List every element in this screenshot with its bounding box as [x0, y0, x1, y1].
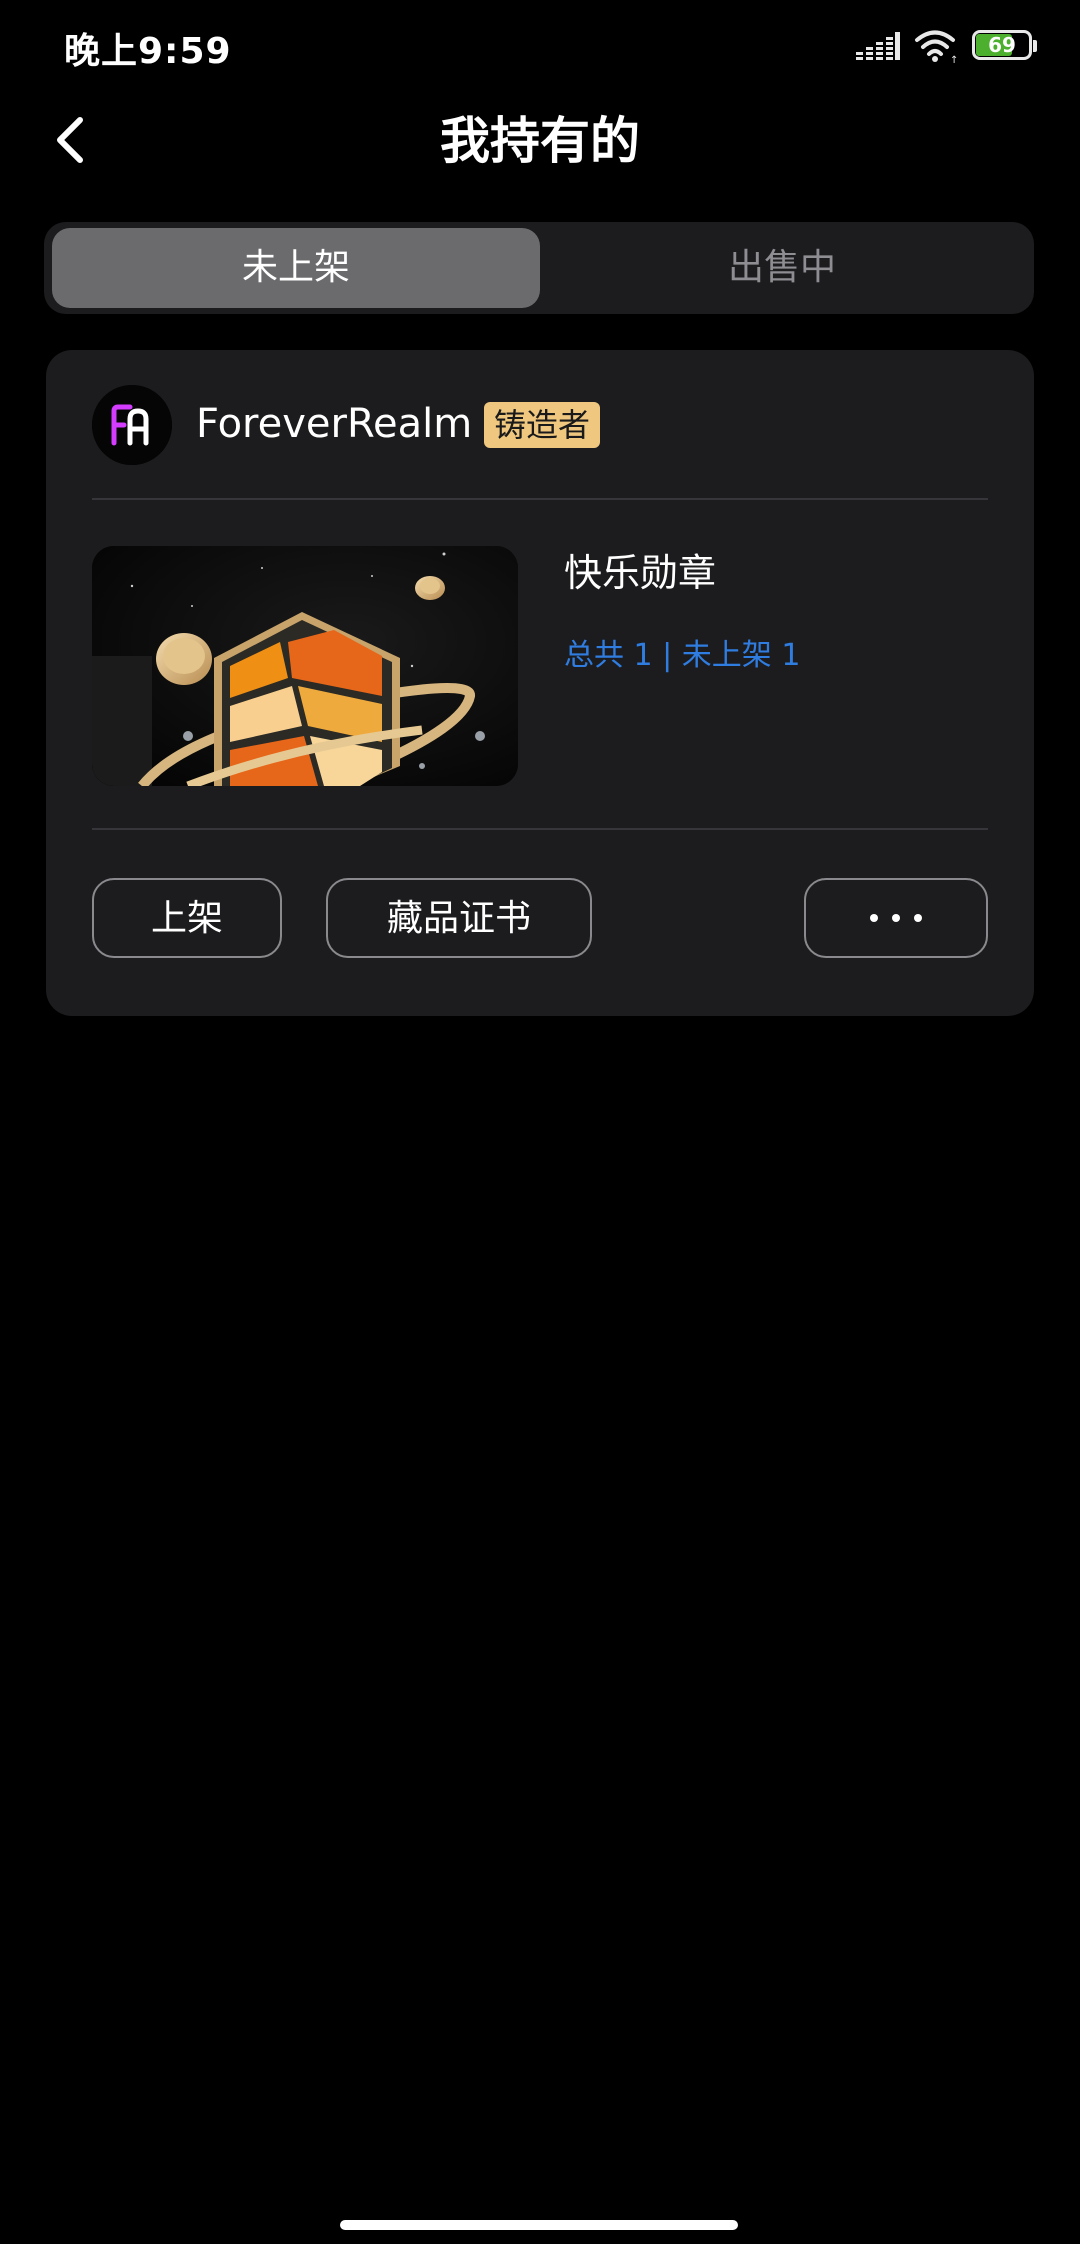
tab-on-sale[interactable]: 出售中 [538, 228, 1026, 308]
battery-level: 69 [988, 33, 1016, 57]
tab-bar: 未上架 出售中 [44, 222, 1034, 314]
more-dots-icon [870, 914, 922, 922]
battery-icon: 69 [972, 30, 1037, 64]
certificate-button[interactable]: 藏品证书 [326, 878, 592, 958]
page-title: 我持有的 [440, 112, 640, 170]
status-bar: 晚上9:59 ↑↓ 69 [0, 0, 1080, 96]
nft-thumbnail[interactable] [92, 546, 518, 786]
svg-text:↑↓: ↑↓ [950, 55, 960, 64]
creator-avatar[interactable] [92, 385, 172, 465]
forever-realm-logo-icon [92, 385, 172, 465]
status-time: 晚上9:59 [64, 31, 232, 72]
signal-icon [856, 32, 900, 60]
item-count: 总共 1 | 未上架 1 [564, 638, 801, 673]
wifi-icon: ↑↓ [915, 30, 960, 64]
creator-badge: 铸造者 [484, 402, 601, 448]
tab-unlisted[interactable]: 未上架 [52, 228, 540, 308]
divider [92, 828, 988, 830]
more-button[interactable] [804, 878, 988, 958]
creator-name[interactable]: ForeverRealm [196, 396, 472, 452]
collection-card[interactable]: ForeverRealm 铸造者 快乐勋章 总共 1 | 未上架 1 上架 藏品… [46, 350, 1034, 1016]
home-indicator[interactable] [340, 2220, 738, 2230]
divider [92, 498, 988, 500]
item-title[interactable]: 快乐勋章 [564, 546, 716, 600]
list-for-sale-button[interactable]: 上架 [92, 878, 282, 958]
